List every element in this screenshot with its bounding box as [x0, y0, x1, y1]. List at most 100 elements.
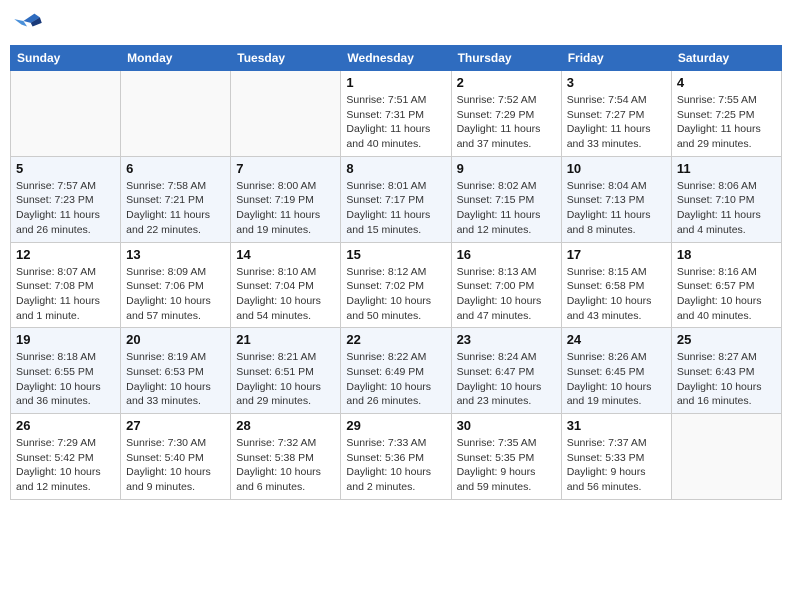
day-detail: Sunrise: 8:09 AMSunset: 7:06 PMDaylight:…	[126, 265, 225, 324]
calendar-cell: 6 Sunrise: 7:58 AMSunset: 7:21 PMDaylight…	[121, 156, 231, 242]
day-number: 21	[236, 332, 335, 347]
day-detail: Sunrise: 7:58 AMSunset: 7:21 PMDaylight:…	[126, 179, 225, 238]
calendar-cell: 26 Sunrise: 7:29 AMSunset: 5:42 PMDayligh…	[11, 414, 121, 500]
calendar-cell: 15 Sunrise: 8:12 AMSunset: 7:02 PMDayligh…	[341, 242, 451, 328]
day-detail: Sunrise: 8:19 AMSunset: 6:53 PMDaylight:…	[126, 350, 225, 409]
day-number: 20	[126, 332, 225, 347]
calendar-cell: 29 Sunrise: 7:33 AMSunset: 5:36 PMDayligh…	[341, 414, 451, 500]
calendar-cell	[121, 71, 231, 157]
day-detail: Sunrise: 7:55 AMSunset: 7:25 PMDaylight:…	[677, 93, 776, 152]
day-detail: Sunrise: 8:06 AMSunset: 7:10 PMDaylight:…	[677, 179, 776, 238]
day-detail: Sunrise: 8:18 AMSunset: 6:55 PMDaylight:…	[16, 350, 115, 409]
day-of-week-header: Thursday	[451, 46, 561, 71]
day-of-week-header: Monday	[121, 46, 231, 71]
day-number: 27	[126, 418, 225, 433]
day-detail: Sunrise: 7:32 AMSunset: 5:38 PMDaylight:…	[236, 436, 335, 495]
day-number: 3	[567, 75, 666, 90]
day-number: 9	[457, 161, 556, 176]
day-of-week-header: Sunday	[11, 46, 121, 71]
day-detail: Sunrise: 8:26 AMSunset: 6:45 PMDaylight:…	[567, 350, 666, 409]
day-detail: Sunrise: 7:29 AMSunset: 5:42 PMDaylight:…	[16, 436, 115, 495]
day-detail: Sunrise: 7:51 AMSunset: 7:31 PMDaylight:…	[346, 93, 445, 152]
calendar-cell: 20 Sunrise: 8:19 AMSunset: 6:53 PMDayligh…	[121, 328, 231, 414]
day-detail: Sunrise: 7:30 AMSunset: 5:40 PMDaylight:…	[126, 436, 225, 495]
calendar-cell	[231, 71, 341, 157]
day-number: 22	[346, 332, 445, 347]
calendar-cell: 31 Sunrise: 7:37 AMSunset: 5:33 PMDayligh…	[561, 414, 671, 500]
day-number: 10	[567, 161, 666, 176]
calendar-cell: 25 Sunrise: 8:27 AMSunset: 6:43 PMDayligh…	[671, 328, 781, 414]
day-detail: Sunrise: 7:52 AMSunset: 7:29 PMDaylight:…	[457, 93, 556, 152]
day-detail: Sunrise: 8:04 AMSunset: 7:13 PMDaylight:…	[567, 179, 666, 238]
day-number: 6	[126, 161, 225, 176]
day-detail: Sunrise: 8:07 AMSunset: 7:08 PMDaylight:…	[16, 265, 115, 324]
day-number: 7	[236, 161, 335, 176]
day-of-week-header: Wednesday	[341, 46, 451, 71]
day-number: 14	[236, 247, 335, 262]
day-number: 28	[236, 418, 335, 433]
calendar-cell: 22 Sunrise: 8:22 AMSunset: 6:49 PMDayligh…	[341, 328, 451, 414]
calendar-cell: 28 Sunrise: 7:32 AMSunset: 5:38 PMDayligh…	[231, 414, 341, 500]
day-number: 24	[567, 332, 666, 347]
day-number: 11	[677, 161, 776, 176]
calendar-cell: 13 Sunrise: 8:09 AMSunset: 7:06 PMDayligh…	[121, 242, 231, 328]
day-detail: Sunrise: 7:37 AMSunset: 5:33 PMDaylight:…	[567, 436, 666, 495]
day-detail: Sunrise: 8:21 AMSunset: 6:51 PMDaylight:…	[236, 350, 335, 409]
calendar-cell	[671, 414, 781, 500]
calendar-table: SundayMondayTuesdayWednesdayThursdayFrid…	[10, 45, 782, 500]
calendar-cell: 19 Sunrise: 8:18 AMSunset: 6:55 PMDayligh…	[11, 328, 121, 414]
logo	[14, 10, 44, 37]
calendar-cell: 16 Sunrise: 8:13 AMSunset: 7:00 PMDayligh…	[451, 242, 561, 328]
calendar-header-row: SundayMondayTuesdayWednesdayThursdayFrid…	[11, 46, 782, 71]
day-detail: Sunrise: 7:35 AMSunset: 5:35 PMDaylight:…	[457, 436, 556, 495]
day-number: 4	[677, 75, 776, 90]
day-number: 30	[457, 418, 556, 433]
calendar-cell	[11, 71, 121, 157]
calendar-cell: 17Sunrise: 8:15 AMSunset: 6:58 PMDayligh…	[561, 242, 671, 328]
calendar-cell: 11 Sunrise: 8:06 AMSunset: 7:10 PMDayligh…	[671, 156, 781, 242]
calendar-cell: 27 Sunrise: 7:30 AMSunset: 5:40 PMDayligh…	[121, 414, 231, 500]
calendar-cell: 8 Sunrise: 8:01 AMSunset: 7:17 PMDaylight…	[341, 156, 451, 242]
day-number: 29	[346, 418, 445, 433]
day-number: 31	[567, 418, 666, 433]
day-detail: Sunrise: 8:13 AMSunset: 7:00 PMDaylight:…	[457, 265, 556, 324]
day-detail: Sunrise: 8:01 AMSunset: 7:17 PMDaylight:…	[346, 179, 445, 238]
day-number: 8	[346, 161, 445, 176]
calendar-cell: 7Sunrise: 8:00 AMSunset: 7:19 PMDaylight…	[231, 156, 341, 242]
day-number: 18	[677, 247, 776, 262]
calendar-cell: 18 Sunrise: 8:16 AMSunset: 6:57 PMDayligh…	[671, 242, 781, 328]
calendar-week-row: 19 Sunrise: 8:18 AMSunset: 6:55 PMDayligh…	[11, 328, 782, 414]
calendar-cell: 12 Sunrise: 8:07 AMSunset: 7:08 PMDayligh…	[11, 242, 121, 328]
day-detail: Sunrise: 8:12 AMSunset: 7:02 PMDaylight:…	[346, 265, 445, 324]
day-number: 1	[346, 75, 445, 90]
calendar-week-row: 26 Sunrise: 7:29 AMSunset: 5:42 PMDayligh…	[11, 414, 782, 500]
calendar-week-row: 12 Sunrise: 8:07 AMSunset: 7:08 PMDayligh…	[11, 242, 782, 328]
day-detail: Sunrise: 8:22 AMSunset: 6:49 PMDaylight:…	[346, 350, 445, 409]
day-detail: Sunrise: 7:33 AMSunset: 5:36 PMDaylight:…	[346, 436, 445, 495]
day-of-week-header: Saturday	[671, 46, 781, 71]
day-number: 26	[16, 418, 115, 433]
day-number: 2	[457, 75, 556, 90]
calendar-cell: 23Sunrise: 8:24 AMSunset: 6:47 PMDayligh…	[451, 328, 561, 414]
calendar-cell: 2 Sunrise: 7:52 AMSunset: 7:29 PMDaylight…	[451, 71, 561, 157]
day-number: 19	[16, 332, 115, 347]
page-header	[10, 10, 782, 37]
day-number: 15	[346, 247, 445, 262]
day-number: 25	[677, 332, 776, 347]
day-number: 12	[16, 247, 115, 262]
day-number: 13	[126, 247, 225, 262]
day-detail: Sunrise: 8:02 AMSunset: 7:15 PMDaylight:…	[457, 179, 556, 238]
day-detail: Sunrise: 8:15 AMSunset: 6:58 PMDaylight:…	[567, 265, 666, 324]
day-detail: Sunrise: 8:27 AMSunset: 6:43 PMDaylight:…	[677, 350, 776, 409]
calendar-cell: 14 Sunrise: 8:10 AMSunset: 7:04 PMDayligh…	[231, 242, 341, 328]
calendar-cell: 4 Sunrise: 7:55 AMSunset: 7:25 PMDaylight…	[671, 71, 781, 157]
day-detail: Sunrise: 8:16 AMSunset: 6:57 PMDaylight:…	[677, 265, 776, 324]
calendar-cell: 21 Sunrise: 8:21 AMSunset: 6:51 PMDayligh…	[231, 328, 341, 414]
calendar-cell: 5Sunrise: 7:57 AMSunset: 7:23 PMDaylight…	[11, 156, 121, 242]
day-detail: Sunrise: 7:57 AMSunset: 7:23 PMDaylight:…	[16, 179, 115, 238]
calendar-cell: 30 Sunrise: 7:35 AMSunset: 5:35 PMDayligh…	[451, 414, 561, 500]
day-detail: Sunrise: 8:24 AMSunset: 6:47 PMDaylight:…	[457, 350, 556, 409]
day-number: 16	[457, 247, 556, 262]
logo-icon	[14, 10, 42, 32]
day-detail: Sunrise: 8:10 AMSunset: 7:04 PMDaylight:…	[236, 265, 335, 324]
